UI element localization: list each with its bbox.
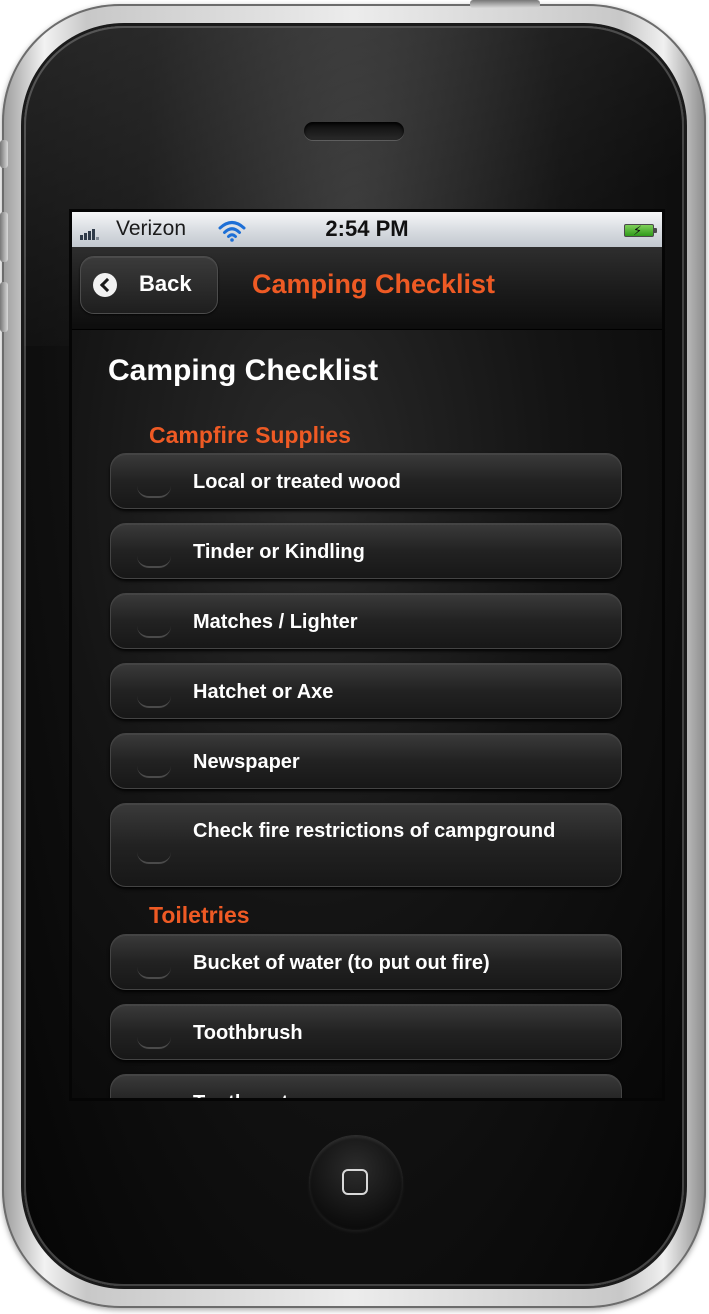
checkbox[interactable] bbox=[137, 602, 171, 638]
checkbox[interactable] bbox=[137, 1013, 171, 1049]
item-label: Check fire restrictions of campground bbox=[193, 820, 556, 842]
home-button[interactable] bbox=[309, 1136, 403, 1230]
section-header-toiletries: Toiletries bbox=[149, 902, 250, 928]
status-bar: Verizon 2:54 PM ⚡ bbox=[72, 212, 662, 248]
list-item[interactable]: Toothpaste bbox=[110, 1074, 622, 1098]
section-header-campfire-supplies: Campfire Supplies bbox=[149, 422, 351, 448]
checklist-content[interactable]: Camping Checklist Campfire Supplies Loca… bbox=[72, 330, 662, 1098]
home-square-icon bbox=[342, 1169, 368, 1195]
power-button bbox=[470, 0, 540, 8]
earpiece-speaker bbox=[304, 122, 404, 140]
list-item[interactable]: Bucket of water (to put out fire) bbox=[110, 934, 622, 990]
checkbox[interactable] bbox=[137, 828, 171, 864]
list-item[interactable]: Toothbrush bbox=[110, 1004, 622, 1060]
checkbox[interactable] bbox=[137, 532, 171, 568]
list-item[interactable]: Newspaper bbox=[110, 733, 622, 789]
checkbox[interactable] bbox=[137, 742, 171, 778]
status-time: 2:54 PM bbox=[325, 216, 409, 241]
checkbox[interactable] bbox=[137, 462, 171, 498]
list-item[interactable]: Check fire restrictions of campground bbox=[110, 803, 622, 887]
item-label: Hatchet or Axe bbox=[193, 681, 334, 703]
checkbox[interactable] bbox=[137, 943, 171, 979]
page-title: Camping Checklist bbox=[108, 354, 379, 387]
checkbox[interactable] bbox=[137, 1083, 171, 1098]
item-label: Tinder or Kindling bbox=[193, 541, 365, 563]
mute-switch bbox=[0, 140, 8, 168]
navigation-bar: Back Camping Checklist bbox=[72, 247, 662, 330]
list-item[interactable]: Hatchet or Axe bbox=[110, 663, 622, 719]
list-item[interactable]: Tinder or Kindling bbox=[110, 523, 622, 579]
back-button[interactable]: Back bbox=[80, 256, 218, 314]
list-item[interactable]: Matches / Lighter bbox=[110, 593, 622, 649]
volume-up-button bbox=[0, 212, 8, 262]
back-button-label: Back bbox=[139, 271, 192, 296]
item-label: Matches / Lighter bbox=[193, 611, 358, 633]
nav-title: Camping Checklist bbox=[252, 269, 496, 299]
list-item[interactable]: Local or treated wood bbox=[110, 453, 622, 509]
item-label: Newspaper bbox=[193, 751, 300, 773]
item-label: Toothbrush bbox=[193, 1022, 303, 1044]
item-label: Bucket of water (to put out fire) bbox=[193, 952, 490, 974]
back-arrow-icon bbox=[93, 273, 117, 297]
item-label: Toothpaste bbox=[193, 1089, 591, 1098]
volume-down-button bbox=[0, 282, 8, 332]
battery-charging-icon: ⚡ bbox=[624, 223, 657, 238]
checkbox[interactable] bbox=[137, 672, 171, 708]
item-label: Local or treated wood bbox=[193, 471, 401, 493]
screen: Verizon 2:54 PM ⚡ Back Camping Checklist… bbox=[72, 212, 662, 1098]
